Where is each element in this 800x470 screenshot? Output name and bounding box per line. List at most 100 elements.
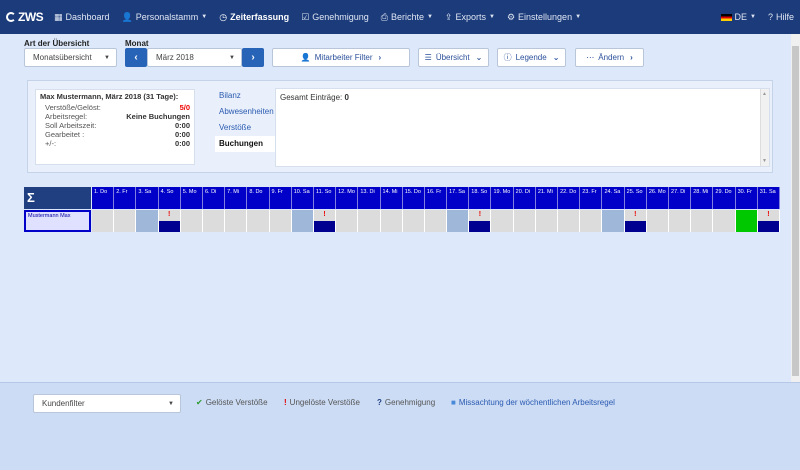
check-icon: ☑ (301, 11, 310, 22)
legend-label: Genehmigung (384, 398, 436, 407)
day-header[interactable]: 3. Sa (136, 187, 159, 209)
page-scrollbar-thumb[interactable] (792, 46, 799, 376)
day-header[interactable]: 22. Do (558, 187, 581, 209)
nav-item-dashboard[interactable]: ▦ Dashboard (48, 0, 116, 34)
employee-row-label[interactable]: Mustermann Max (24, 210, 91, 232)
detail-tabs: Bilanz Abwesenheiten Verstöße Buchungen (215, 88, 275, 152)
summary-row-value: 0:00 (174, 130, 190, 139)
day-cell[interactable] (580, 210, 603, 232)
next-month-button[interactable]: › (242, 48, 264, 67)
day-cell[interactable]: ! (313, 210, 337, 232)
day-header[interactable]: 5. Mo (180, 187, 203, 209)
question-icon: ? (767, 12, 773, 22)
day-header[interactable]: 24. Sa (602, 187, 625, 209)
day-cell[interactable] (558, 210, 581, 232)
day-header[interactable]: 17. Sa (447, 187, 470, 209)
day-header[interactable]: 20. Di (513, 187, 536, 209)
help-link[interactable]: ? Hilfe (762, 0, 800, 34)
day-cell[interactable] (513, 210, 536, 232)
legend-item: ? Genehmigung (377, 398, 435, 407)
summary-row-value: 0:00 (174, 139, 190, 148)
employee-filter-button[interactable]: 👤 Mitarbeiter Filter › (272, 48, 410, 67)
day-header[interactable]: 25. So (624, 187, 647, 209)
detail-scrollbar[interactable]: ▲ ▼ (760, 89, 769, 166)
day-header[interactable]: 6. Di (202, 187, 226, 209)
day-cell[interactable] (336, 210, 359, 232)
month-select[interactable]: März 2018 ▼ (147, 48, 242, 67)
sigma-header[interactable]: Σ (24, 187, 91, 209)
legend-button[interactable]: ⓘ Legende ⌄ (497, 48, 566, 67)
day-cell[interactable] (136, 210, 159, 232)
day-header[interactable]: 18. So (469, 187, 492, 209)
day-header[interactable]: 27. Di (669, 187, 692, 209)
day-cell[interactable] (424, 210, 448, 232)
day-header[interactable]: 13. Di (358, 187, 381, 209)
tab-buchungen[interactable]: Buchungen (215, 136, 275, 152)
day-cell[interactable] (735, 210, 758, 232)
tab-verstöße[interactable]: Verstöße (215, 120, 275, 136)
page-scrollbar[interactable] (791, 34, 800, 382)
day-cell[interactable] (92, 210, 115, 232)
day-cell[interactable] (713, 210, 736, 232)
day-cell[interactable] (669, 210, 692, 232)
customer-filter-select[interactable]: Kundenfilter ▼ (33, 394, 181, 413)
day-cell[interactable]: ! (624, 210, 647, 232)
day-cell[interactable] (291, 210, 314, 232)
day-header[interactable]: 11. So (313, 187, 337, 209)
prev-month-button[interactable]: ‹ (125, 48, 147, 67)
day-cell[interactable] (269, 210, 292, 232)
day-cell[interactable] (247, 210, 270, 232)
nav-item-zeiterfassung[interactable]: ◷ Zeiterfassung (213, 0, 295, 34)
overview-type-select[interactable]: Monatsübersicht ▼ (24, 48, 117, 67)
day-header[interactable]: 31. Sa (757, 187, 780, 209)
caret-down-icon: ▼ (750, 14, 756, 20)
day-cell[interactable] (447, 210, 470, 232)
day-cell[interactable] (202, 210, 226, 232)
language-selector[interactable]: DE ▼ (715, 0, 762, 34)
day-header[interactable]: 21. Mi (535, 187, 559, 209)
overview-button[interactable]: ☰ Übersicht ⌄ (418, 48, 489, 67)
day-header[interactable]: 16. Fr (424, 187, 448, 209)
day-header[interactable]: 15. Do (402, 187, 425, 209)
day-cell[interactable] (535, 210, 559, 232)
day-header[interactable]: 10. Sa (291, 187, 314, 209)
day-header[interactable]: 30. Fr (735, 187, 758, 209)
day-header[interactable]: 23. Fr (580, 187, 603, 209)
nav-item-einstellungen[interactable]: ⚙ Einstellungen ▼ (501, 0, 587, 34)
day-cell[interactable] (180, 210, 203, 232)
tab-bilanz[interactable]: Bilanz (215, 88, 275, 104)
day-cell[interactable] (114, 210, 137, 232)
nav-item-personalstamm[interactable]: 👤 Personalstamm ▼ (116, 0, 214, 34)
nav-item-exports[interactable]: ⇪ Exports ▼ (439, 0, 501, 34)
day-header[interactable]: 1. Do (92, 187, 115, 209)
day-header[interactable]: 29. Do (713, 187, 736, 209)
day-cell[interactable] (358, 210, 381, 232)
day-header[interactable]: 19. Mo (491, 187, 514, 209)
app-logo[interactable]: ZWS (0, 10, 48, 24)
day-header[interactable]: 28. Mi (691, 187, 714, 209)
day-header[interactable]: 8. Do (247, 187, 270, 209)
day-cell[interactable] (491, 210, 514, 232)
day-header[interactable]: 26. Mo (646, 187, 670, 209)
day-header[interactable]: 9. Fr (269, 187, 292, 209)
change-button[interactable]: ⋯ Ändern › (575, 48, 644, 67)
day-cell[interactable]: ! (469, 210, 492, 232)
day-cell[interactable] (225, 210, 248, 232)
nav-item-genehmigung[interactable]: ☑ Genehmigung (295, 0, 375, 34)
tab-abwesenheiten[interactable]: Abwesenheiten (215, 104, 275, 120)
day-cell[interactable] (646, 210, 670, 232)
day-header[interactable]: 14. Mi (380, 187, 403, 209)
nav-item-berichte[interactable]: ⎙ Berichte ▼ (375, 0, 439, 34)
day-cell[interactable] (402, 210, 425, 232)
day-header[interactable]: 4. So (158, 187, 181, 209)
nav-menu: ▦ Dashboard 👤 Personalstamm ▼ ◷ Zeiterfassung ☑… (48, 0, 587, 34)
day-header[interactable]: 7. Mi (225, 187, 248, 209)
caret-down-icon: ▼ (201, 14, 208, 20)
day-cell[interactable]: ! (757, 210, 780, 232)
day-cell[interactable] (380, 210, 403, 232)
day-cell[interactable]: ! (158, 210, 181, 232)
day-cell[interactable] (602, 210, 625, 232)
day-header[interactable]: 12. Mo (336, 187, 359, 209)
day-cell[interactable] (691, 210, 714, 232)
day-header[interactable]: 2. Fr (114, 187, 137, 209)
